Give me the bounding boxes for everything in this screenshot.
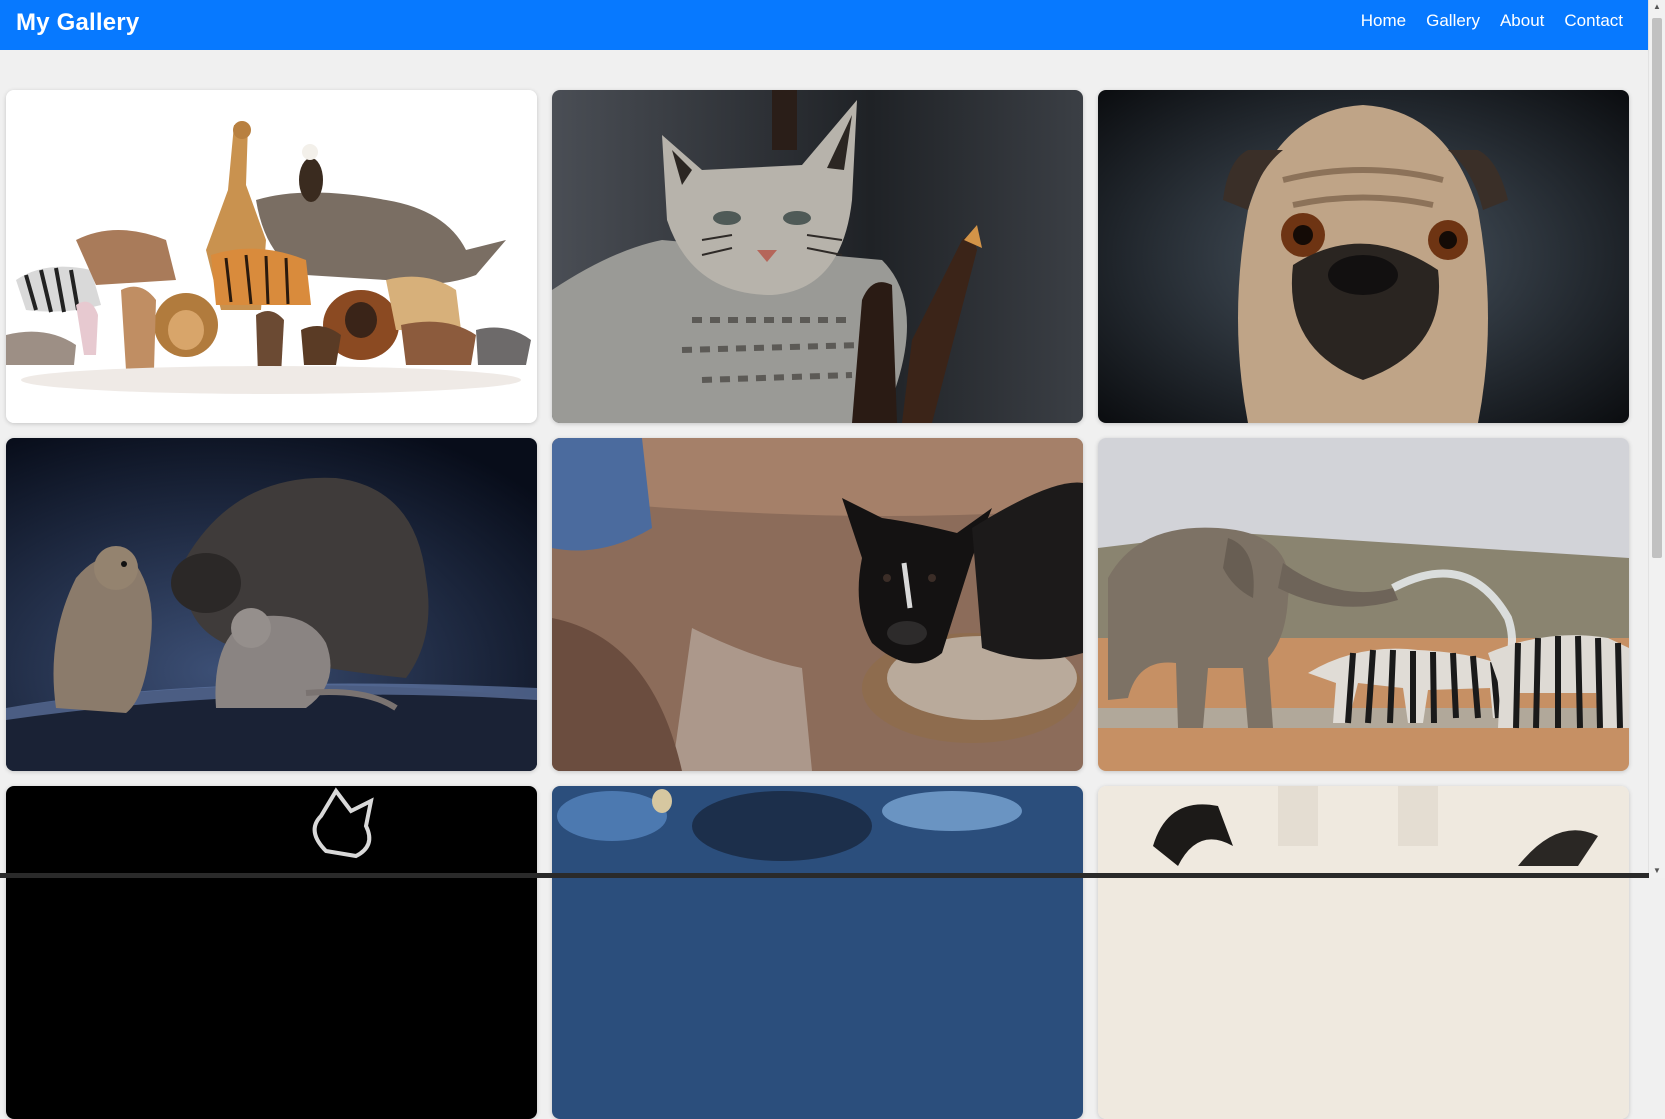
scroll-thumb[interactable] [1652,18,1662,558]
vertical-scrollbar[interactable]: ▲ ▼ [1648,0,1665,878]
gallery-image-quokkas[interactable] [6,438,537,771]
nav-links: Home Gallery About Contact [1361,11,1623,31]
bottom-edge [0,873,1649,878]
nav-gallery-link[interactable]: Gallery [1426,11,1480,31]
nav-contact-link[interactable]: Contact [1564,11,1623,31]
scroll-up-icon[interactable]: ▲ [1649,0,1665,14]
nav-about-link[interactable]: About [1500,11,1544,31]
gallery-image-elephant-zebras[interactable] [1098,438,1629,771]
scroll-down-icon[interactable]: ▼ [1649,864,1665,878]
gallery-grid [6,90,1631,1119]
gallery-image-blue-partial[interactable] [552,786,1083,1119]
gallery-image-animal-group[interactable] [6,90,537,423]
gallery-image-dark-partial[interactable] [6,786,537,1119]
nav-home-link[interactable]: Home [1361,11,1406,31]
gallery-image-puppy[interactable] [552,438,1083,771]
gallery-image-light-partial[interactable] [1098,786,1629,1119]
gallery-image-bobcat[interactable] [552,90,1083,423]
brand-title[interactable]: My Gallery [16,9,139,37]
top-navbar: My Gallery Home Gallery About Contact [0,0,1649,50]
gallery-image-pug[interactable] [1098,90,1629,423]
